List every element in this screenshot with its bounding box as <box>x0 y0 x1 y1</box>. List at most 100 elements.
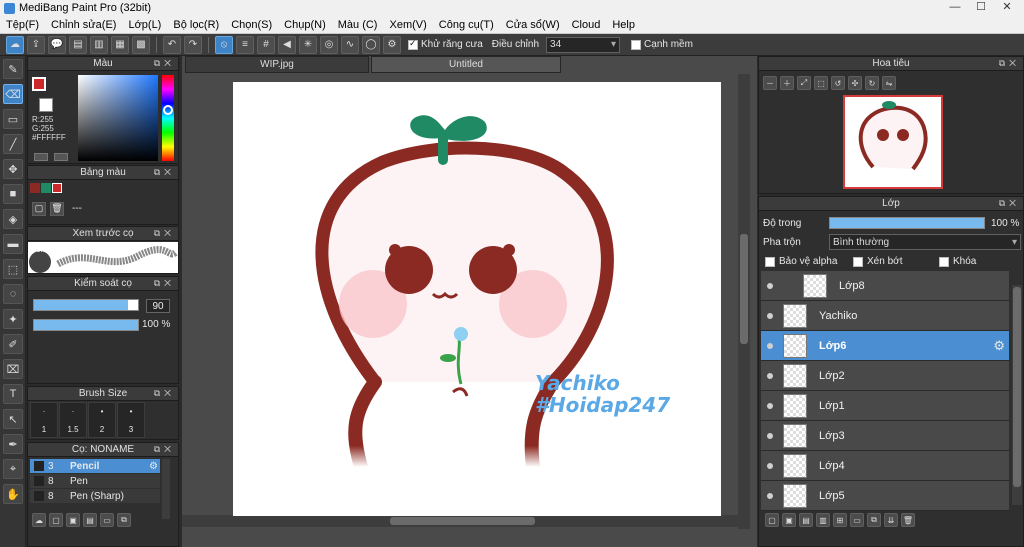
trash-icon[interactable]: 🗑 <box>50 202 64 216</box>
zoom-out-icon[interactable]: － <box>763 76 777 90</box>
document-icon[interactable]: ▤ <box>69 35 87 54</box>
color-option-button[interactable] <box>34 153 48 161</box>
brush-list-scrollbar[interactable] <box>162 459 170 519</box>
layer-row-lop8[interactable]: Lớp8 <box>761 271 1009 301</box>
panel-close-icon[interactable]: ⧉✕ <box>999 57 1020 70</box>
menu-snap[interactable]: Chụp(N) <box>278 19 332 31</box>
cloud-icon[interactable]: ☁ <box>6 35 24 54</box>
eye-icon[interactable] <box>767 282 773 289</box>
eye-icon[interactable] <box>767 372 773 379</box>
move-tool-icon[interactable]: ✥ <box>3 159 23 179</box>
horizontal-scroll-thumb[interactable] <box>390 517 535 525</box>
close-button[interactable]: ✕ <box>994 0 1020 15</box>
tab-wip[interactable]: WIP.jpg <box>185 56 369 73</box>
vertical-scroll-thumb[interactable] <box>740 234 748 344</box>
new-brush-icon[interactable]: ▢ <box>49 513 63 527</box>
layer-row-yachiko[interactable]: Yachiko <box>761 301 1009 331</box>
eye-icon[interactable] <box>767 402 773 409</box>
copy-brush-icon[interactable]: ⧉ <box>117 513 131 527</box>
menu-help[interactable]: Help <box>606 19 641 31</box>
folder-icon[interactable]: ▭ <box>100 513 114 527</box>
new-layer-icon[interactable]: ▢ <box>765 513 779 527</box>
drawing-paper[interactable]: Yachiko #Hoidap247 <box>233 82 721 516</box>
panel-close-icon[interactable]: ⧉✕ <box>154 387 175 400</box>
settings-gear-icon[interactable]: ⚙ <box>383 35 401 54</box>
select-tool-icon[interactable]: ⬚ <box>3 259 23 279</box>
merge-layer-icon[interactable]: ⇊ <box>884 513 898 527</box>
new-8bit-layer-icon[interactable]: ▤ <box>799 513 813 527</box>
zoom-in-icon[interactable]: ＋ <box>780 76 794 90</box>
layer-list-scrollbar[interactable] <box>1012 285 1022 505</box>
layer-row-lop2[interactable]: Lớp2 <box>761 361 1009 391</box>
text-tool-icon[interactable]: T <box>3 384 23 404</box>
brush-size-preset[interactable]: · 1 <box>30 402 58 438</box>
layer-row-lop5[interactable]: Lớp5 <box>761 481 1009 511</box>
curve-snap-icon[interactable]: ∿ <box>341 35 359 54</box>
lock-checkbox[interactable] <box>939 256 949 267</box>
menu-color[interactable]: Màu (C) <box>332 19 384 31</box>
palette-swatch[interactable] <box>30 183 40 193</box>
brush-tool-icon[interactable]: ✎ <box>3 59 23 79</box>
panel-close-icon[interactable]: ⧉✕ <box>154 227 175 240</box>
comment-icon[interactable]: 💬 <box>48 35 66 54</box>
folder-icon[interactable]: ▭ <box>850 513 864 527</box>
edit-brush-icon[interactable]: ▤ <box>83 513 97 527</box>
brush-size-preset[interactable]: • 3 <box>117 402 145 438</box>
adjust-combo[interactable]: 34 ▾ <box>546 36 621 53</box>
panel-close-icon[interactable]: ⧉✕ <box>154 277 175 290</box>
select-pen-tool-icon[interactable]: ✐ <box>3 334 23 354</box>
comic-icon[interactable]: ▦ <box>111 35 129 54</box>
protect-alpha-checkbox[interactable] <box>765 256 775 267</box>
operation-tool-icon[interactable]: ↖ <box>3 409 23 429</box>
canvas-horizontal-scrollbar[interactable] <box>182 515 738 527</box>
fit-icon[interactable]: ✣ <box>848 76 862 90</box>
menu-cloud[interactable]: Cloud <box>566 19 607 31</box>
eye-icon[interactable] <box>767 492 773 499</box>
brush-settings-gear-icon[interactable]: ⚙ <box>149 461 160 472</box>
brush-size-slider[interactable] <box>33 299 139 311</box>
layer-scroll-thumb[interactable] <box>1013 287 1021 487</box>
panel-close-icon[interactable]: ⧉✕ <box>154 443 175 456</box>
palette-swatch[interactable] <box>52 183 62 193</box>
parallel-snap-icon[interactable]: ≡ <box>236 35 254 54</box>
cross-snap-icon[interactable]: # <box>257 35 275 54</box>
rotate-left-icon[interactable]: ↺ <box>831 76 845 90</box>
eraser-tool-icon[interactable]: ⌫ <box>3 84 23 104</box>
vanishing-snap-icon[interactable]: ◀ <box>278 35 296 54</box>
add-brush-icon[interactable]: ▣ <box>66 513 80 527</box>
select-eraser-tool-icon[interactable]: ⌧ <box>3 359 23 379</box>
menu-tools[interactable]: Công cụ(T) <box>433 19 500 31</box>
bucket-tool-icon[interactable]: ◈ <box>3 209 23 229</box>
brush-size-preset[interactable]: • 2 <box>88 402 116 438</box>
color-option-button[interactable] <box>54 153 68 161</box>
menu-view[interactable]: Xem(V) <box>383 19 432 31</box>
antialias-checkbox[interactable] <box>408 38 418 50</box>
circle-snap-icon[interactable]: ◎ <box>320 35 338 54</box>
snap-off-icon[interactable]: ⦸ <box>215 35 233 54</box>
export-icon[interactable]: ⇪ <box>27 35 45 54</box>
eye-icon[interactable] <box>767 432 773 439</box>
radial-snap-icon[interactable]: ✳ <box>299 35 317 54</box>
palette-swatch[interactable] <box>41 183 51 193</box>
magic-wand-tool-icon[interactable]: ✦ <box>3 309 23 329</box>
tab-untitled[interactable]: Untitled <box>371 56 561 73</box>
rotate-right-icon[interactable]: ↻ <box>865 76 879 90</box>
grid-icon[interactable]: ▩ <box>132 35 150 54</box>
flip-icon[interactable]: ⇋ <box>882 76 896 90</box>
panel-close-icon[interactable]: ⧉✕ <box>999 197 1020 210</box>
ellipse-snap-icon[interactable]: ◯ <box>362 35 380 54</box>
eye-icon[interactable] <box>767 312 773 319</box>
duplicate-layer-icon[interactable]: ⧉ <box>867 513 881 527</box>
page-icon[interactable]: ▥ <box>90 35 108 54</box>
line-tool-icon[interactable]: ╱ <box>3 134 23 154</box>
new-palette-icon[interactable]: ▢ <box>32 202 46 216</box>
undo-icon[interactable]: ↶ <box>163 35 181 54</box>
maximize-button[interactable]: ☐ <box>968 0 994 15</box>
soft-edge-checkbox[interactable] <box>631 39 642 50</box>
add-layer-menu-icon[interactable]: ⊞ <box>833 513 847 527</box>
gradient-tool-icon[interactable]: ▬ <box>3 234 23 254</box>
menu-window[interactable]: Cửa sổ(W) <box>500 19 566 31</box>
layer-row-lop4[interactable]: Lớp4 <box>761 451 1009 481</box>
eyedropper-tool-icon[interactable]: ⌖ <box>3 459 23 479</box>
canvas-vertical-scrollbar[interactable] <box>738 74 750 529</box>
